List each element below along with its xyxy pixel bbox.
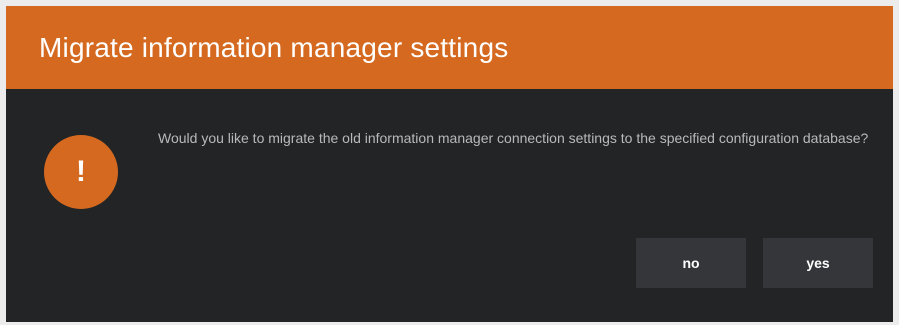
dialog-message: Would you like to migrate the old inform… <box>158 130 869 146</box>
migrate-settings-dialog: Migrate information manager settings ! W… <box>6 6 893 322</box>
dialog-body: ! Would you like to migrate the old info… <box>6 89 893 322</box>
dialog-titlebar: Migrate information manager settings <box>6 6 893 89</box>
dialog-title: Migrate information manager settings <box>39 31 509 63</box>
yes-button[interactable]: yes <box>763 238 873 288</box>
exclamation-icon: ! <box>44 135 118 209</box>
no-button[interactable]: no <box>636 238 746 288</box>
